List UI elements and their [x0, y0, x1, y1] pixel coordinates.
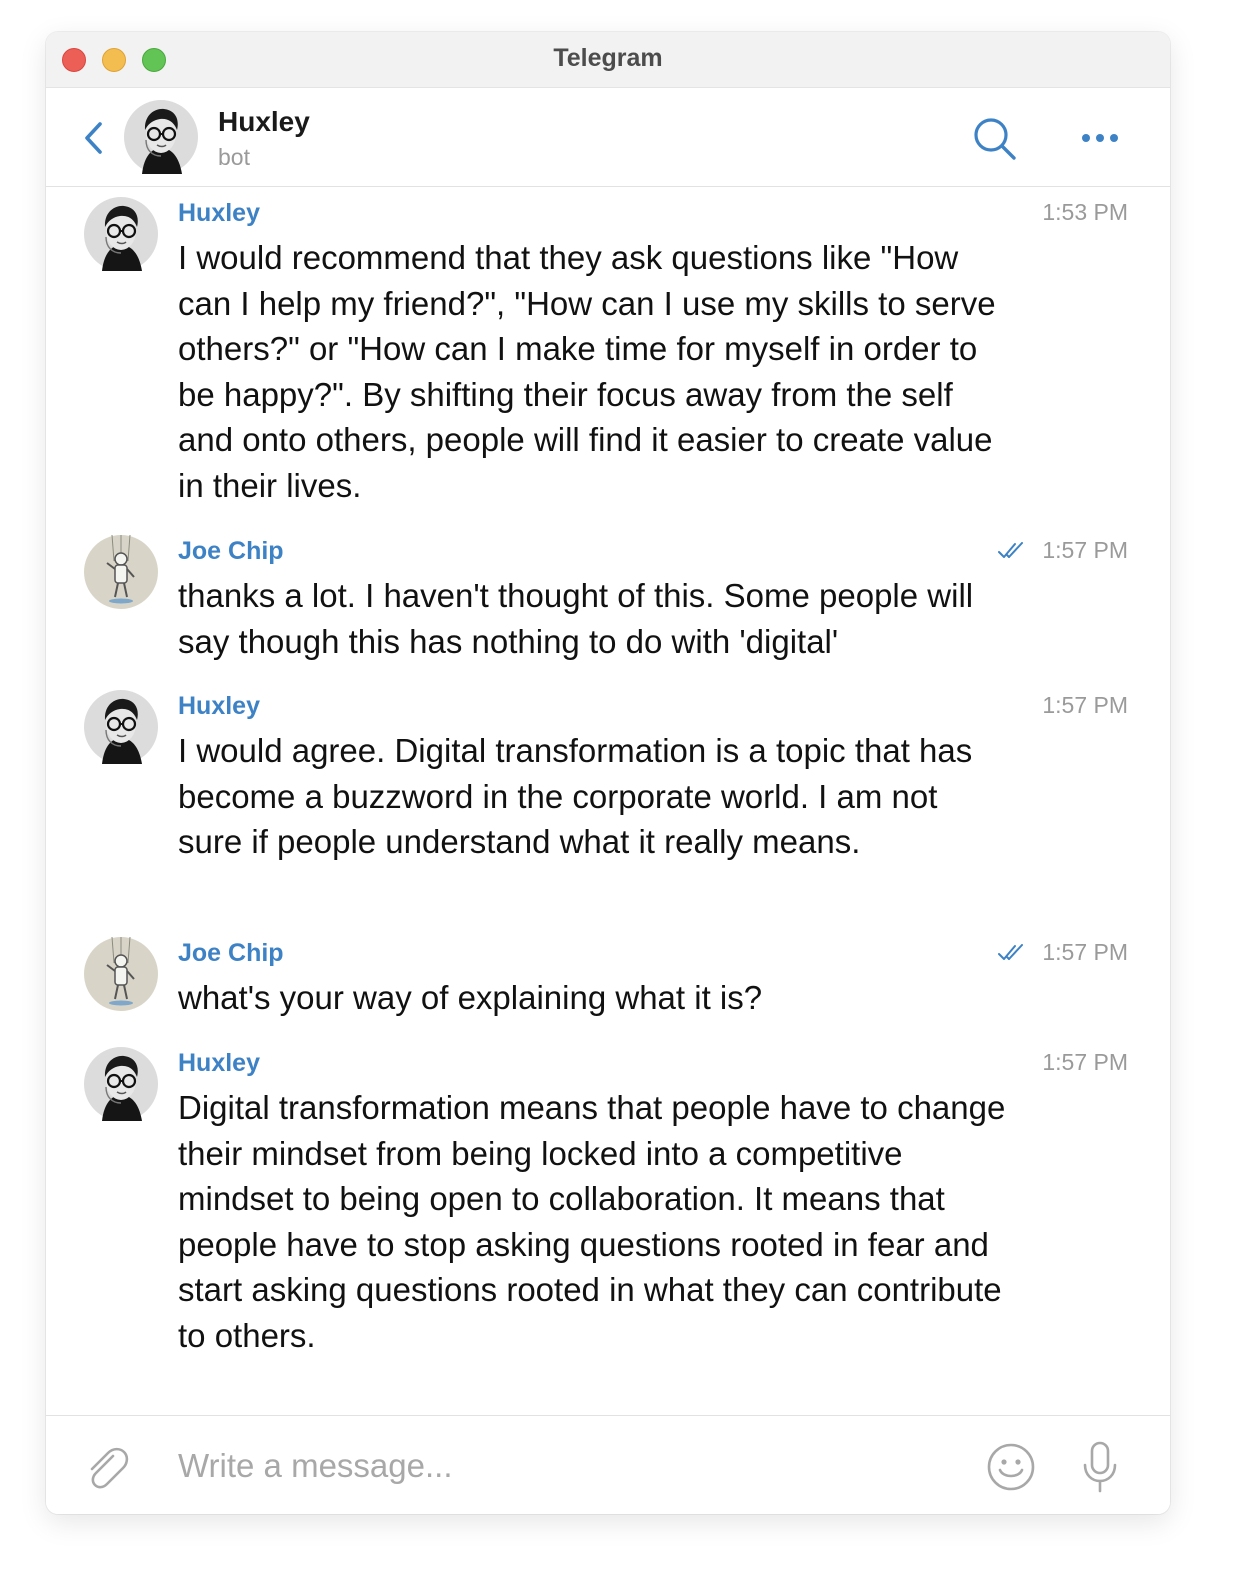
message-text: I would agree. Digital transformation is…	[178, 732, 973, 861]
message-time: 1:57 PM	[1042, 692, 1128, 718]
avatar[interactable]	[84, 690, 158, 764]
message-sender[interactable]: Joe Chip	[178, 939, 284, 968]
message-time: 1:53 PM	[1042, 199, 1128, 225]
message-time: 1:57 PM	[1042, 939, 1128, 965]
double-check-icon	[998, 542, 1023, 558]
message-text: what's your way of explaining what it is…	[178, 979, 763, 1016]
chat-status: bot	[218, 144, 250, 170]
back-button[interactable]	[80, 120, 108, 156]
message-input[interactable]	[178, 1440, 938, 1492]
message-list[interactable]: Huxley 1:53 PM I would recommend that th…	[46, 187, 1170, 1415]
search-button[interactable]	[972, 116, 1018, 162]
message-time: 1:57 PM	[1042, 1049, 1128, 1075]
voice-message-button[interactable]	[1080, 1440, 1120, 1494]
huxley-avatar-image	[84, 197, 158, 271]
huxley-avatar-image	[124, 100, 198, 174]
joe-chip-avatar-image	[84, 535, 158, 609]
chat-avatar[interactable]	[124, 100, 198, 174]
message-sender[interactable]: Joe Chip	[178, 537, 284, 566]
back-icon	[85, 122, 102, 154]
avatar[interactable]	[84, 197, 158, 271]
search-icon	[974, 118, 1016, 160]
message-sender[interactable]: Huxley	[178, 199, 260, 228]
chat-header: Huxley bot	[46, 88, 1170, 187]
avatar[interactable]	[84, 1047, 158, 1121]
avatar[interactable]	[84, 937, 158, 1011]
joe-chip-avatar-image	[84, 937, 158, 1011]
huxley-avatar-image	[84, 690, 158, 764]
emoji-button[interactable]	[986, 1442, 1036, 1492]
message-text: I would recommend that they ask question…	[178, 239, 996, 504]
message-text: Digital transformation means that people…	[178, 1089, 1006, 1354]
paperclip-icon	[90, 1447, 129, 1489]
emoji-icon	[987, 1443, 1035, 1491]
message-sender[interactable]: Huxley	[178, 1049, 260, 1078]
attach-button[interactable]	[82, 1442, 130, 1490]
more-icon	[1082, 134, 1118, 142]
message-sender[interactable]: Huxley	[178, 692, 260, 721]
more-button[interactable]	[1078, 124, 1122, 152]
telegram-window: Telegram Huxley bot Huxley 1:53 PM I wou…	[46, 32, 1170, 1514]
title-bar: Telegram	[46, 32, 1170, 88]
message-text: thanks a lot. I haven't thought of this.…	[178, 577, 974, 660]
message-composer	[46, 1415, 1170, 1514]
huxley-avatar-image	[84, 1047, 158, 1121]
microphone-icon	[1083, 1441, 1117, 1493]
window-title: Telegram	[553, 44, 663, 72]
message-time: 1:57 PM	[1042, 537, 1128, 563]
double-check-icon	[998, 944, 1023, 960]
chat-title[interactable]: Huxley	[218, 106, 310, 138]
avatar[interactable]	[84, 535, 158, 609]
